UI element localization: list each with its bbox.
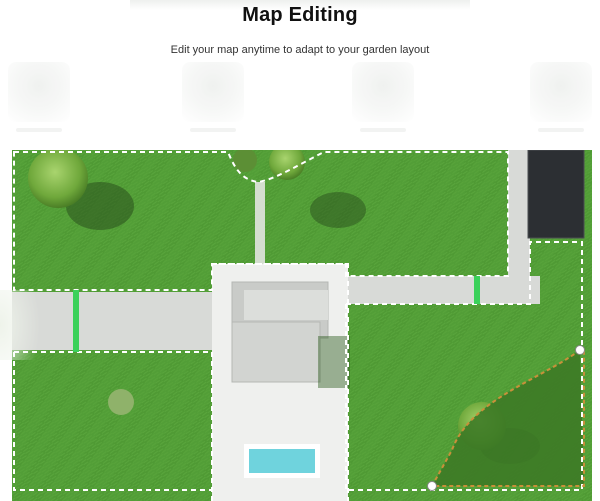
pool-water [249, 449, 315, 473]
connector [474, 276, 480, 304]
ghost-tab-4[interactable] [530, 62, 592, 132]
house-roof-lower [231, 321, 321, 383]
ghost-tab-4-label [538, 128, 584, 132]
feature-tab-row [0, 62, 600, 140]
tree-icon [108, 389, 134, 415]
ghost-tab-1[interactable] [8, 62, 70, 132]
ghost-tab-3-label [360, 128, 406, 132]
edit-handle-icon[interactable] [427, 481, 437, 491]
ghost-tab-2[interactable] [182, 62, 244, 132]
connector [73, 290, 79, 352]
right-path [508, 150, 530, 304]
ghost-tab-2-label [190, 128, 236, 132]
driveway-path [12, 292, 212, 350]
ghost-tab-1-label [16, 128, 62, 132]
tree-shadow [310, 192, 366, 228]
page-subtitle: Edit your map anytime to adapt to your g… [170, 44, 430, 56]
tree-icon [28, 150, 88, 208]
edit-handle-icon[interactable] [575, 345, 585, 355]
garden-map[interactable] [0, 150, 600, 501]
house-roof-top [244, 290, 328, 320]
stepping-stones [255, 182, 265, 266]
ghost-tab-3[interactable] [352, 62, 414, 132]
left-fade [0, 290, 40, 360]
page-title: Map Editing [242, 4, 358, 26]
solar-panel [527, 150, 585, 239]
